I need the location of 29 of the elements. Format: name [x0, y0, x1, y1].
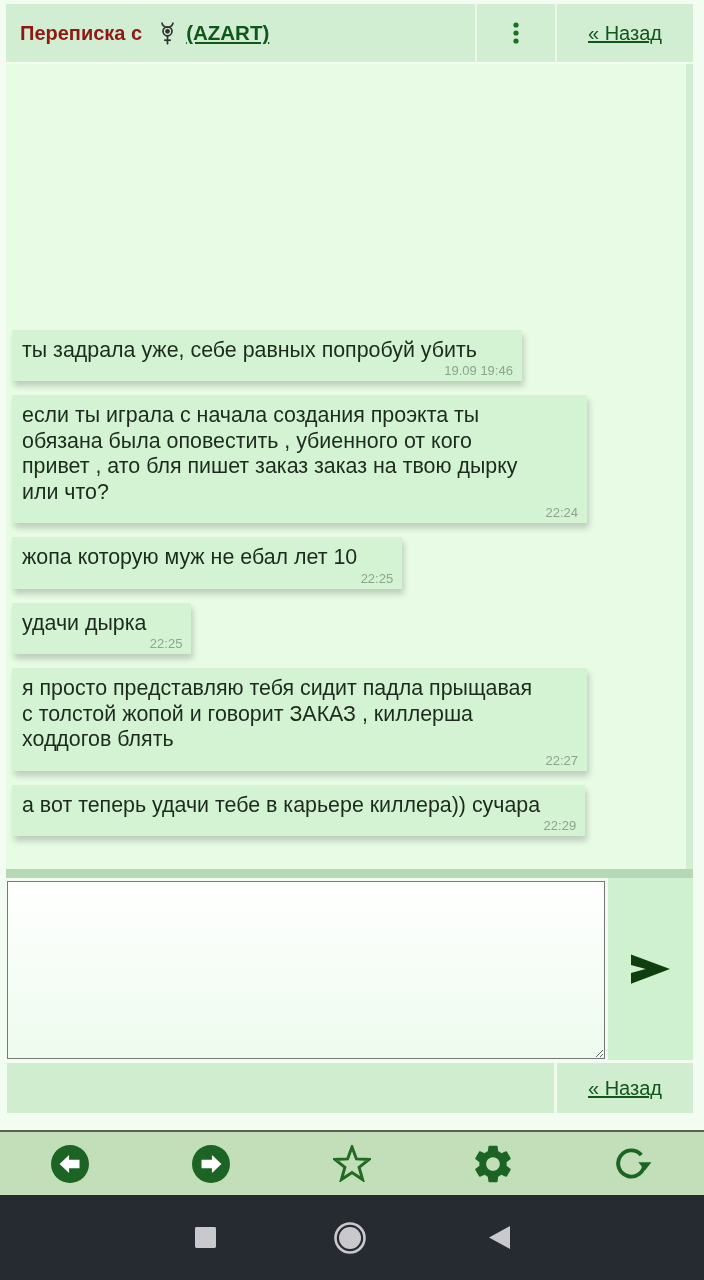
- message-time: 22:29: [542, 818, 577, 834]
- message-text: я просто представляю тебя сидит падла прыщавая с толстой жопой и говорит ЗАКАЗ , киллерша ходдогов блять: [22, 676, 534, 753]
- square-icon[interactable]: [194, 1227, 216, 1248]
- send-button[interactable]: [608, 878, 693, 1060]
- ring-icon[interactable]: [333, 1221, 366, 1254]
- message-text: если ты играла с начала создания проэкта ты обязана была оповестить , убиенного от кого привет , ато бля пишет заказ заказ на твою дырку или что?: [22, 403, 519, 505]
- back-link[interactable]: « Назад: [588, 21, 662, 45]
- header-title: Переписка с: [20, 21, 143, 45]
- message-time: 19.09 19:46: [443, 363, 513, 379]
- message-time: 22:25: [359, 570, 394, 587]
- message-text: удачи дырка: [22, 610, 147, 636]
- star-icon[interactable]: [333, 1145, 371, 1182]
- mercury-symbol-icon: [159, 21, 177, 45]
- message-time: 22:25: [148, 636, 183, 652]
- contact-link[interactable]: (AZART): [186, 21, 270, 45]
- message-time: 22:24: [544, 505, 578, 521]
- back-arrow-circle-icon[interactable]: [51, 1144, 90, 1183]
- message-text: а вот теперь удачи тебе в карьере киллера)) сучара: [22, 792, 541, 818]
- forward-arrow-circle-icon[interactable]: [192, 1144, 231, 1183]
- kebab-menu-icon: [513, 22, 519, 44]
- refresh-icon[interactable]: [615, 1147, 652, 1180]
- triangle-icon[interactable]: [488, 1226, 510, 1249]
- message-text: жопа которую муж не ебал лет 10: [22, 545, 358, 571]
- settings-icon[interactable]: [473, 1144, 512, 1183]
- message-text: ты задрала уже, себе равных попробуй убить: [22, 337, 477, 363]
- message-input[interactable]: [7, 881, 605, 1059]
- message-time: 22:27: [544, 752, 578, 769]
- send-icon: [631, 954, 670, 984]
- back-link[interactable]: « Назад: [588, 1076, 662, 1100]
